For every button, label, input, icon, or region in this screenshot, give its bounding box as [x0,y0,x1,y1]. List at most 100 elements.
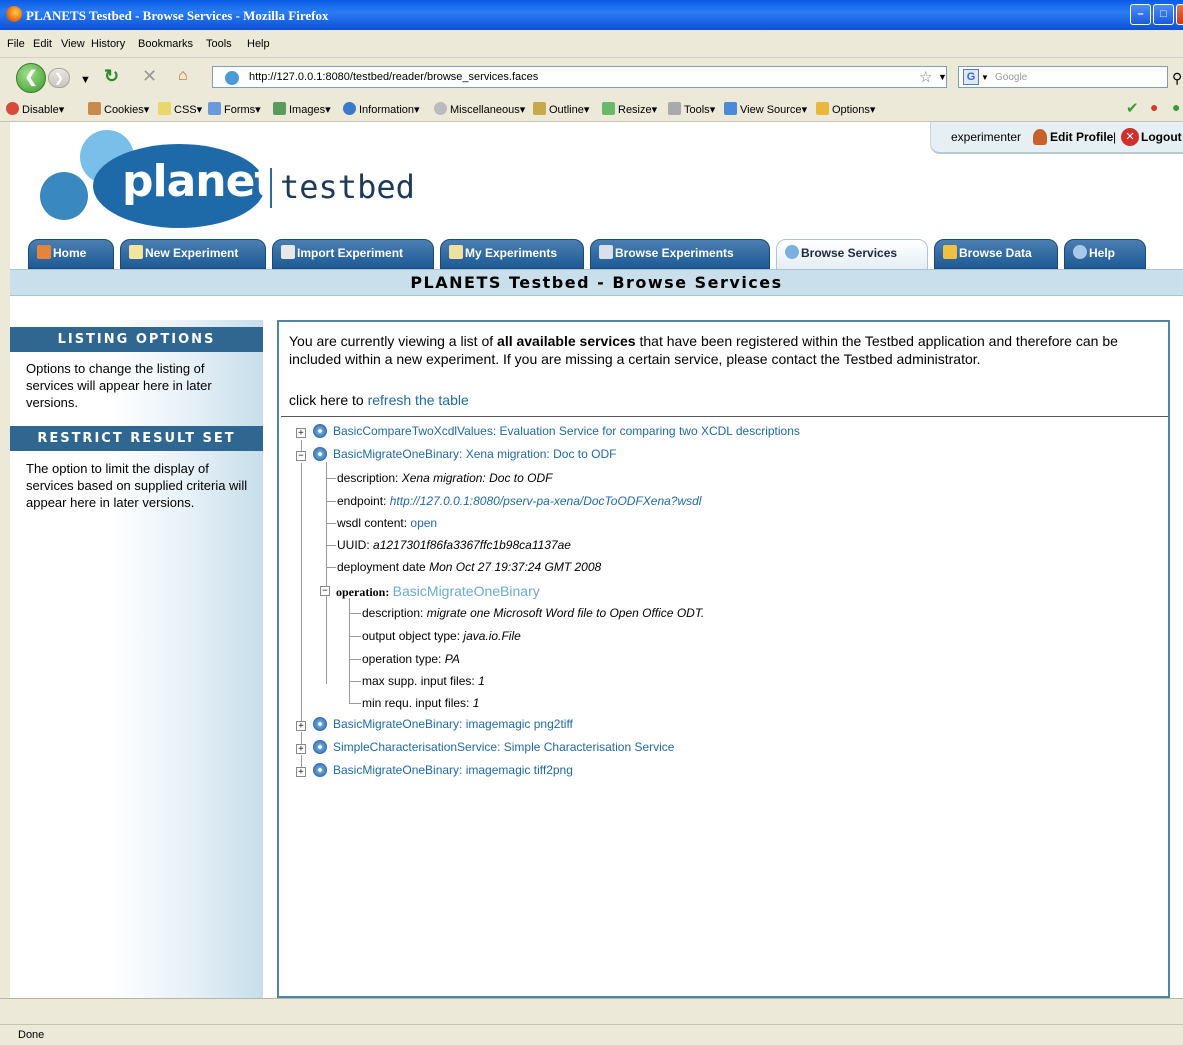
operation-link[interactable]: BasicMigrateOneBinary [393,583,540,599]
tab-browse-experiments[interactable]: Browse Experiments [590,239,770,269]
tree-line [326,462,327,684]
tree-line [349,613,361,614]
logout-link[interactable]: Logout [1141,130,1182,144]
sidebar [10,320,263,998]
menu-file[interactable]: File [7,38,25,50]
detail-wsdl: wsdl content: open [337,516,438,530]
menu-tools[interactable]: Tools [206,38,232,50]
devbar-options[interactable]: Options▾ [816,102,875,116]
collapse-toggle[interactable]: − [296,451,306,461]
service-gear-icon [313,763,327,777]
menu-bookmarks[interactable]: Bookmarks [138,38,193,50]
menu-view[interactable]: View [61,38,85,50]
devbar-tools[interactable]: Tools▾ [668,102,715,116]
logout-icon[interactable]: ✕ [1121,128,1139,146]
menu-edit[interactable]: Edit [33,38,52,50]
url-bar[interactable]: http://127.0.0.1:8080/testbed/reader/bro… [212,66,947,88]
validation-ok-icon[interactable]: ✔ [1126,99,1139,117]
restrict-result-text: The option to limit the display of servi… [26,461,248,510]
expand-toggle[interactable]: + [296,721,306,731]
refresh-table-link[interactable]: refresh the table [368,392,469,408]
detail-description: description: Xena migration: Doc to ODF [337,471,553,485]
service-node[interactable]: BasicCompareTwoXcdlValues: Evaluation Se… [333,424,800,438]
devbar-view-source[interactable]: View Source▾ [724,102,807,116]
devbar-information[interactable]: Information▾ [343,102,420,116]
intro-text: You are currently viewing a list of all … [289,333,1118,367]
expand-toggle[interactable]: + [296,767,306,777]
error-icon[interactable]: ● [1150,99,1158,115]
devbar-cookies[interactable]: Cookies▾ [88,102,149,116]
user-separator: | [1113,130,1117,144]
history-dropdown-icon[interactable]: ▼ [80,70,91,90]
google-icon[interactable]: G [963,69,979,85]
devbar-images[interactable]: Images▾ [273,102,331,116]
horizontal-scrollbar[interactable] [0,998,1183,1024]
url-dropdown-icon[interactable]: ▼ [938,72,947,82]
operation-node: operation: BasicMigrateOneBinary [336,583,540,599]
tree-line [326,545,336,546]
bookmark-star-icon[interactable]: ☆ [919,68,932,86]
expand-toggle[interactable]: + [296,744,306,754]
listing-options-heading: LISTING OPTIONS [10,327,263,352]
service-gear-icon [313,424,327,438]
reload-icon[interactable]: ↻ [104,66,119,86]
home-icon[interactable]: ⌂ [178,66,188,86]
devbar-css[interactable]: CSS▾ [158,102,202,116]
tree-line [301,463,302,724]
tab-new-experiment[interactable]: New Experiment [120,239,266,269]
browse-experiments-icon [599,245,613,259]
close-button[interactable] [1176,4,1183,25]
browse-data-icon [943,245,957,259]
op-min-files: min requ. input files: 1 [362,696,480,710]
service-node[interactable]: BasicMigrateOneBinary: imagemagic png2ti… [333,717,573,731]
tab-my-experiments[interactable]: My Experiments [440,239,584,269]
tab-help[interactable]: Help [1064,239,1146,269]
operation-collapse-toggle[interactable]: − [320,586,330,596]
back-button[interactable]: ❮ [16,63,46,93]
service-gear-icon [313,447,327,461]
logo-separator [270,168,272,208]
menu-bar: File Edit View History Bookmarks Tools H… [0,30,1183,58]
edit-profile-link[interactable]: Edit Profile [1050,130,1113,144]
tab-browse-services[interactable]: Browse Services [776,239,928,270]
main-panel-border [1168,320,1170,998]
maximize-button[interactable]: □ [1153,4,1174,25]
devbar-disable[interactable]: Disable▾ [6,102,64,116]
status-icon[interactable]: ● [1172,99,1180,115]
help-icon [1073,245,1087,259]
logo-brand: planets [122,156,301,207]
service-node[interactable]: SimpleCharacterisationService: Simple Ch… [333,740,674,754]
menu-help[interactable]: Help [247,38,270,50]
devbar-forms[interactable]: Forms▾ [208,102,261,116]
minimize-button[interactable]: – [1130,4,1151,25]
devbar-miscellaneous[interactable]: Miscellaneous▾ [434,102,525,116]
search-go-icon[interactable]: ⚲ [1172,68,1182,88]
service-node[interactable]: BasicMigrateOneBinary: Xena migration: D… [333,447,616,461]
forward-button[interactable]: ❯ [48,68,70,88]
tree-line [349,681,361,682]
service-node[interactable]: BasicMigrateOneBinary: imagemagic tiff2p… [333,763,573,777]
tab-browse-data[interactable]: Browse Data [934,239,1058,269]
new-experiment-icon [129,245,143,259]
tree-line [326,523,336,524]
browse-services-icon [785,245,799,259]
search-engine-dropdown-icon[interactable]: ▼ [981,73,989,82]
status-bar: Done [0,1024,1183,1045]
menu-history[interactable]: History [91,38,125,50]
tab-home[interactable]: Home [28,239,114,269]
miscellaneous-icon [434,102,447,115]
endpoint-link[interactable]: http://127.0.0.1:8080/pserv-pa-xena/DocT… [390,494,702,508]
wsdl-open-link[interactable]: open [410,516,437,530]
search-box[interactable]: G ▼ Google [958,66,1168,88]
stop-icon[interactable]: ✕ [142,66,157,86]
expand-toggle[interactable]: + [296,428,306,438]
tree-line [326,501,336,502]
devbar-outline[interactable]: Outline▾ [533,102,589,116]
listing-options-text: Options to change the listing of service… [26,361,212,410]
information-icon [343,102,356,115]
devbar-resize[interactable]: Resize▾ [602,102,657,116]
tab-import-experiment[interactable]: Import Experiment [272,239,434,269]
user-icon [1033,129,1047,145]
logo-circle-left [40,172,88,220]
site-identity-icon[interactable] [225,71,239,85]
